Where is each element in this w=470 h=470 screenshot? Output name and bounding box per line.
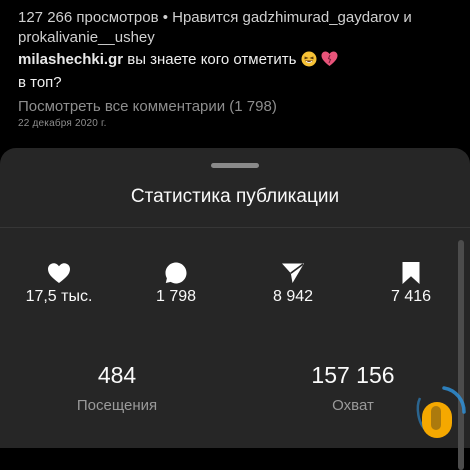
views-likes-line[interactable]: 127 266 просмотров • Нравится gadzhimura… — [18, 8, 458, 48]
shares-count: 8 942 — [272, 288, 314, 305]
title-divider — [0, 227, 470, 228]
heart-emoji-icon — [321, 51, 338, 73]
saves-count: 7 416 — [390, 288, 432, 305]
watermark-logo — [414, 384, 466, 445]
bookmark-icon — [361, 260, 461, 286]
post-insights-sheet: Статистика публикации 17,5 тыс. 1 798 8 … — [0, 148, 470, 470]
stat-shares[interactable]: 8 942 — [243, 260, 343, 306]
profile-visits-stat[interactable]: 484 Посещения — [32, 362, 202, 414]
stat-likes[interactable]: 17,5 тыс. — [9, 260, 109, 306]
sheet-title: Статистика публикации — [130, 186, 340, 207]
comment-text: вы знаете кого отметить — [127, 51, 297, 68]
stat-comments[interactable]: 1 798 — [126, 260, 226, 306]
reach-value: 157 156 — [311, 362, 395, 388]
reach-label: Охват — [332, 397, 374, 414]
share-icon — [243, 260, 343, 286]
reach-stat[interactable]: 157 156 Охват — [268, 362, 438, 414]
stat-saves[interactable]: 7 416 — [361, 260, 461, 306]
comments-count: 1 798 — [155, 288, 197, 305]
comment-username[interactable]: milashechki.gr — [18, 51, 123, 68]
profile-visits-value: 484 — [97, 362, 137, 388]
heart-icon — [9, 260, 109, 286]
laughing-emoji-icon — [301, 51, 317, 73]
sheet-drag-handle[interactable] — [211, 163, 259, 168]
comment-icon — [126, 260, 226, 286]
top-comment-continued: в топ? — [18, 74, 62, 91]
top-comment: milashechki.gr вы знаете кого отметить — [18, 50, 458, 73]
view-all-comments-link[interactable]: Посмотреть все комментарии (1 798) — [18, 98, 458, 115]
profile-visits-label: Посещения — [76, 397, 158, 414]
likes-count: 17,5 тыс. — [25, 288, 93, 305]
post-details: 127 266 просмотров • Нравится gadzhimura… — [18, 8, 458, 129]
post-date: 22 декабря 2020 г. — [18, 118, 107, 129]
